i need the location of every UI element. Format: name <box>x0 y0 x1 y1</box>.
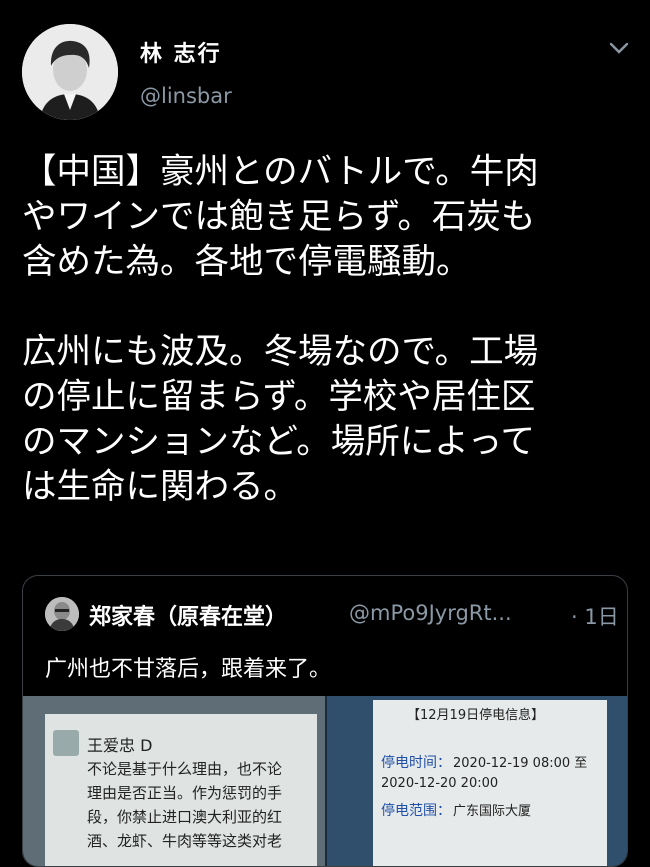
quoted-author-photo-icon <box>45 597 79 631</box>
quoted-timestamp[interactable]: · 1日 <box>571 601 619 631</box>
comment-line-3: 段，你禁止进口澳大利亚的红 <box>87 808 283 826</box>
quoted-author-name[interactable]: 郑家春（原春在堂） <box>89 599 287 631</box>
quoted-author-handle[interactable]: @mPo9JyrgRt... <box>349 601 512 625</box>
quoted-tweet[interactable]: 郑家春（原春在堂） @mPo9JyrgRt... · 1日 广州也不甘落后，跟着… <box>22 575 628 867</box>
notice-range-label: 停电范围： <box>381 803 451 819</box>
notice-time-value: 2020-12-19 08:00 至 <box>453 756 588 771</box>
author-avatar[interactable] <box>22 24 118 120</box>
author-name[interactable]: 林 志行 <box>140 36 222 68</box>
quoted-media[interactable]: 王爱忠 D 不论是基于什么理由，也不论 理由是否正当。作为惩罚的手 段，你禁止进… <box>23 696 627 866</box>
notice-range-value: 广东国际大厦 <box>453 804 532 819</box>
tweet-menu-chevron-icon[interactable] <box>606 38 632 58</box>
comment-line-1: 不论是基于什么理由，也不论 <box>87 760 283 778</box>
media-image-right[interactable]: 【12月19日停电信息】 停电时间： 2020-12-19 08:00 至 20… <box>327 696 627 866</box>
notice-time-value-2: 2020-12-20 20:00 <box>381 776 499 791</box>
commenter-name: 王爱忠 D <box>87 736 153 755</box>
author-handle[interactable]: @linsbar <box>140 84 232 108</box>
comment-line-2: 理由是否正当。作为惩罚的手 <box>87 784 283 802</box>
author-photo-icon <box>22 24 118 120</box>
media-image-left[interactable]: 王爱忠 D 不论是基于什么理由，也不论 理由是否正当。作为惩罚的手 段，你禁止进… <box>23 696 325 866</box>
notice-time-label: 停电时间： <box>381 755 451 771</box>
quoted-author-avatar[interactable] <box>45 597 79 631</box>
quoted-text: 广州也不甘落后，跟着来了。 <box>45 657 332 682</box>
notice-header: 【12月19日停电信息】 <box>407 708 545 723</box>
comment-line-4: 酒、龙虾、牛肉等等这类对老 <box>87 832 283 850</box>
commenter-avatar <box>53 730 79 756</box>
tweet-text: 【中国】豪州とのバトルで。牛肉 やワインでは飽き足らず。石炭も 含めた為。各地で… <box>22 152 539 507</box>
